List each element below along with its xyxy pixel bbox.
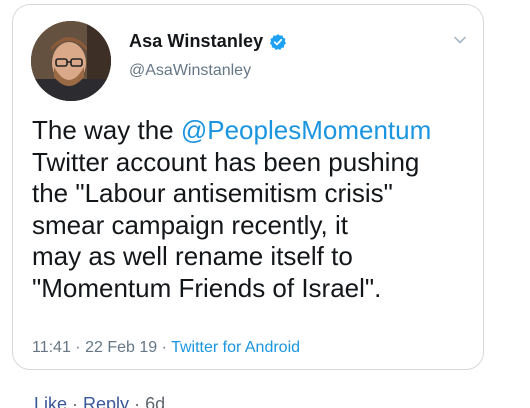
avatar[interactable]: [31, 21, 111, 101]
tweet-text-line: may as well rename itself to: [32, 241, 353, 271]
comment-age[interactable]: 6d: [145, 394, 165, 408]
action-separator: ·: [129, 394, 146, 408]
profile-photo: [31, 21, 111, 101]
like-link[interactable]: Like: [34, 394, 67, 408]
verified-badge-icon: [270, 33, 287, 50]
meta-separator: ·: [70, 339, 86, 356]
tweet-text-line: "Momentum Friends of Israel".: [32, 272, 382, 303]
mention-link[interactable]: @PeoplesMomentum: [181, 115, 431, 145]
author-display-name[interactable]: Asa Winstanley: [129, 31, 263, 52]
chevron-down-icon[interactable]: [453, 33, 467, 47]
screenshot-page: Asa Winstanley @AsaWinstanley The way th…: [0, 0, 530, 408]
embedded-tweet-card[interactable]: Asa Winstanley @AsaWinstanley The way th…: [12, 4, 484, 370]
tweet-text-line: the "Labour antisemitism crisis": [32, 178, 393, 208]
comment-actions: Like · Reply · 6d: [34, 394, 165, 408]
action-separator: ·: [67, 394, 84, 408]
reply-link[interactable]: Reply: [83, 394, 129, 408]
tweet-date[interactable]: 22 Feb 19: [85, 339, 157, 356]
author-handle[interactable]: @AsaWinstanley: [129, 62, 251, 80]
tweet-source-link[interactable]: Twitter for Android: [171, 339, 300, 356]
author-name-row[interactable]: Asa Winstanley: [129, 31, 287, 52]
meta-separator: ·: [157, 339, 172, 356]
tweet-body-text: The way the @PeoplesMomentum Twitter acc…: [32, 115, 477, 304]
tweet-text-line: The way the @PeoplesMomentum: [32, 115, 477, 147]
tweet-meta: 11:41 · 22 Feb 19 · Twitter for Android: [32, 339, 300, 357]
tweet-time[interactable]: 11:41: [32, 339, 71, 356]
tweet-text-segment: The way the: [32, 115, 181, 145]
tweet-text-line: smear campaign recently, it: [32, 209, 348, 240]
tweet-text-line: Twitter account has been pushing: [32, 146, 420, 177]
